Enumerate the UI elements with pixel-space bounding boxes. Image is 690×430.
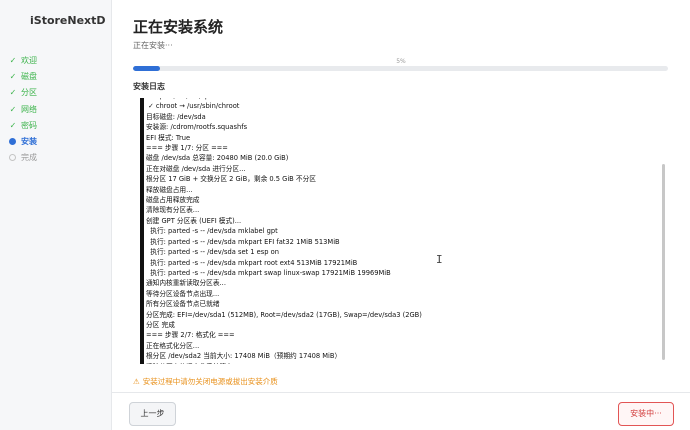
step-label: 磁盘 [21,71,37,81]
step-label: 网络 [21,104,37,114]
log-line: 执行: parted -s -- /dev/sda set 1 esp on [146,248,279,257]
warning-icon: ⚠ [133,377,140,386]
log-line: === 步骤 2/7: 格式化 === [146,331,235,340]
step-label: 欢迎 [21,55,37,65]
previous-button[interactable]: 上一步 [129,402,176,426]
log-line: 执行: parted -s -- /dev/sda mkpart root ex… [146,258,358,267]
log-line: 执行: parted -s -- /dev/sda mkpart EFI fat… [146,237,340,246]
log-line: 目标磁盘: /dev/sda [146,112,206,121]
step-disk: ✓ 磁盘 [8,68,37,84]
progress-percent: 5% [396,58,406,65]
ring-icon [9,154,16,162]
log-line: 清除现有分区表... [146,206,200,215]
log-line: === 步骤 1/7: 分区 === [146,144,228,153]
log-line: 分区 完成 [146,320,175,329]
log-line: 根分区 17 GiB + 交换分区 2 GiB，剩余 0.5 GiB 不分区 [146,175,316,184]
step-label: 密码 [21,120,37,130]
log-line: 清除分区上的旧文件系统签名... [146,362,422,364]
log-line: 释放磁盘占用... [146,185,193,194]
check-icon: ✓ [9,104,17,114]
step-install: 安装 [8,133,37,149]
step-password: ✓ 密码 [8,117,37,133]
log-line: 安装源: /cdrom/rootfs.squashfs [146,123,248,132]
step-label: 完成 [21,153,37,163]
step-finish: 完成 [8,150,37,166]
log-line: 所有分区设备节点已就绪 [146,300,220,309]
log-line: 正在格式化分区... [146,341,200,350]
warning-text: 安装过程中请勿关闭电源或拔出安装介质 [142,377,278,386]
log-line: 磁盘 /dev/sda 总容量: 20480 MiB (20.0 GiB) [146,154,289,163]
page-title: 正在安装系统 [133,18,224,36]
progress-fill [133,66,160,71]
check-icon: ✓ [9,55,17,65]
text-cursor-icon: I [436,253,443,266]
log-line: 等待分区设备节点出现... [146,289,220,298]
log-title: 安装日志 [133,82,165,91]
step-list: ✓ 欢迎 ✓ 磁盘 ✓ 分区 ✓ 网络 ✓ 密码 安装 完成 [8,52,37,166]
sidebar: iStoreNextD ✓ 欢迎 ✓ 磁盘 ✓ 分区 ✓ 网络 ✓ 密码 安装 完成 [0,0,112,430]
footer-divider [112,392,690,393]
step-welcome: ✓ 欢迎 [8,52,37,68]
page-subtitle: 正在安装··· [133,41,173,50]
step-label: 分区 [21,88,37,98]
progress-bar [133,66,668,71]
log-scrollbar-thumb[interactable] [662,164,665,360]
dot-icon [9,138,16,146]
log-line: 创建 GPT 分区表 (UEFI 模式)... [146,216,242,225]
log-line: EFI 模式: True [146,133,191,142]
log-line: 执行: parted -s -- /dev/sda mklabel gpt [146,227,278,236]
log-line: 磁盘占用释放完成 [146,196,200,205]
step-network: ✓ 网络 [8,101,37,117]
step-partition: ✓ 分区 [8,85,37,101]
log-line: 正在对磁盘 /dev/sda 进行分区... [146,164,246,173]
log-scrollbar[interactable] [661,98,666,364]
log-line: 通知内核重新读取分区表... [146,279,226,288]
log-line: 执行: parted -s -- /dev/sda mkpart swap li… [146,268,391,277]
check-icon: ✓ [9,120,17,130]
step-label: 安装 [21,137,37,147]
log-line: ✓ chroot → /usr/sbin/chroot [146,102,240,111]
brand-title: iStoreNextD [30,14,106,27]
log-line: 分区完成: EFI=/dev/sda1 (512MB), Root=/dev/s… [146,310,422,319]
install-log[interactable]: ✓ cp → /usr/bin/cp ✓ chroot → /usr/sbin/… [140,98,666,364]
install-button[interactable]: 安装中··· [618,402,674,426]
warning-message: ⚠ 安装过程中请勿关闭电源或拔出安装介质 [133,376,278,387]
check-icon: ✓ [9,88,17,98]
log-lines: ✓ cp → /usr/bin/cp ✓ chroot → /usr/sbin/… [146,98,422,364]
log-line: 根分区 /dev/sda2 当前大小: 17408 MiB（预期约 17408 … [146,352,342,361]
check-icon: ✓ [9,71,17,81]
